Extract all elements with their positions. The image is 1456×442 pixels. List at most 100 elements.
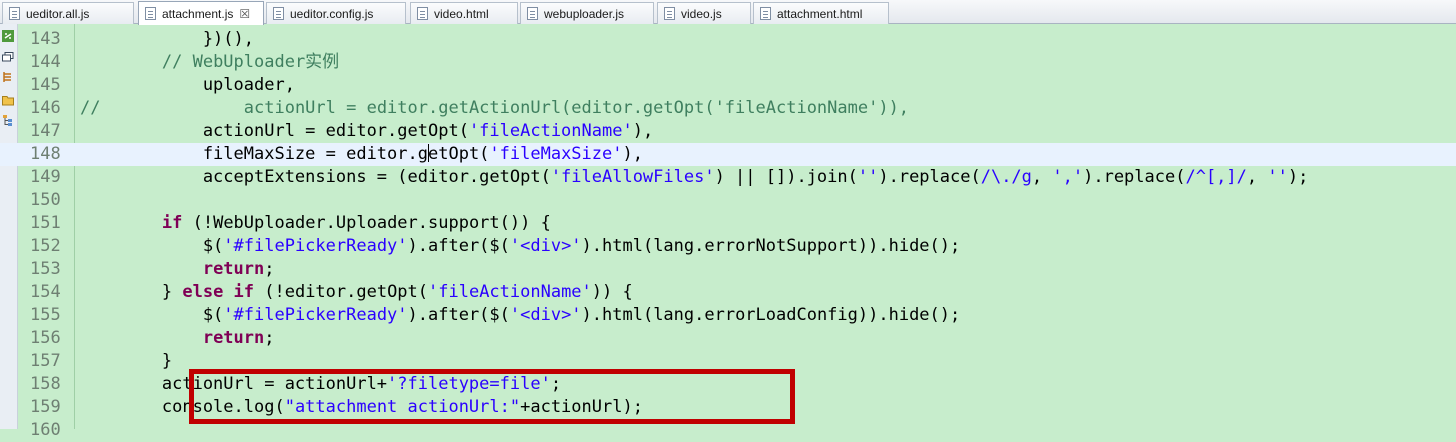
tab-label: video.html: [434, 6, 489, 21]
string-token: /\./g: [980, 167, 1032, 187]
tab-video-html[interactable]: video.html: [410, 2, 518, 24]
code-text: // actionUrl = editor.getActionUrl(edito…: [80, 97, 909, 120]
line-number: 157: [30, 351, 61, 371]
line-number: 150: [30, 190, 61, 210]
code-token: actionUrl = editor.getOpt(: [80, 121, 469, 141]
tab-label: video.js: [681, 6, 722, 21]
comment-token: actionUrl = editor.getActionUrl(editor.g…: [100, 98, 910, 118]
code-line[interactable]: 155 $('#filePickerReady').after($('<div>…: [0, 304, 1456, 327]
keyword-token: return: [202, 328, 265, 348]
code-line[interactable]: 153 return;: [0, 258, 1456, 281]
line-number: 151: [30, 213, 61, 233]
editor-tab-bar: ueditor.all.js attachment.js ☒ ueditor.c…: [0, 0, 1456, 25]
code-text: // WebUploader实例: [80, 51, 339, 74]
string-token: 'fileAllowFiles': [550, 167, 715, 187]
tab-video-js[interactable]: video.js: [657, 2, 751, 24]
code-token: ),: [622, 144, 643, 164]
tab-webuploader-js[interactable]: webuploader.js: [520, 2, 654, 24]
code-text: $('#filePickerReady').after($('<div>').h…: [80, 304, 960, 327]
string-token: '<div>': [509, 305, 582, 325]
tab-attachment-js[interactable]: attachment.js ☒: [138, 1, 264, 25]
line-number: 158: [30, 374, 61, 394]
js-file-icon: [145, 7, 156, 20]
close-tab-icon[interactable]: ☒: [239, 7, 250, 21]
tab-attachment-html[interactable]: attachment.html: [753, 2, 889, 24]
code-token: (!WebUploader.Uploader.support()) {: [182, 213, 551, 233]
line-number: 156: [30, 328, 61, 348]
code-token: }: [80, 282, 183, 302]
string-token: '#filePickerReady': [223, 236, 408, 256]
html-file-icon: [760, 7, 771, 20]
code-line[interactable]: 154 } else if (!editor.getOpt('fileActio…: [0, 281, 1456, 304]
string-token: /^[,]/: [1185, 167, 1247, 187]
code-token: ),: [632, 121, 654, 141]
code-token: }: [80, 351, 173, 371]
code-line[interactable]: 148 fileMaxSize = editor.getOpt('fileMax…: [0, 143, 1456, 166]
line-number: 155: [30, 305, 61, 325]
keyword-token: if: [161, 213, 183, 233]
html-file-icon: [417, 7, 428, 20]
code-line[interactable]: 149 acceptExtensions = (editor.getOpt('f…: [0, 166, 1456, 189]
tab-label: ueditor.all.js: [26, 6, 90, 21]
code-line[interactable]: 145 uploader,: [0, 74, 1456, 97]
code-token: $(: [80, 305, 224, 325]
line-number: 147: [30, 121, 61, 141]
code-token: ) || []).join(: [714, 167, 858, 187]
line-number: 146: [30, 98, 61, 118]
code-token: ).replace(: [1083, 167, 1186, 187]
code-text: })(),: [80, 28, 254, 51]
code-token: ;: [264, 328, 275, 348]
code-token: acceptExtensions = (editor.getOpt(: [80, 167, 551, 187]
string-token: '<div>': [509, 236, 582, 256]
code-text: actionUrl = editor.getOpt('fileActionNam…: [80, 120, 653, 143]
code-token: ;: [264, 259, 275, 279]
string-token: 'fileActionName': [468, 121, 633, 141]
code-token: ).after($(: [407, 236, 510, 256]
code-line[interactable]: 156 return;: [0, 327, 1456, 350]
tab-label: ueditor.config.js: [290, 6, 374, 21]
code-line[interactable]: 143 })(),: [0, 28, 1456, 51]
code-line[interactable]: 150: [0, 189, 1456, 212]
line-number: 153: [30, 259, 61, 279]
tab-ueditor-config-js[interactable]: ueditor.config.js: [266, 2, 406, 24]
code-text: }: [80, 350, 172, 373]
code-token: uploader,: [80, 75, 295, 95]
code-text: return;: [80, 258, 275, 281]
tab-ueditor-all-js[interactable]: ueditor.all.js: [2, 2, 134, 24]
js-file-icon: [664, 7, 675, 20]
string-token: '': [857, 167, 879, 187]
code-text: fileMaxSize = editor.getOpt('fileMaxSize…: [80, 143, 643, 166]
line-number: 145: [30, 75, 61, 95]
tab-label: attachment.html: [777, 6, 863, 21]
keyword-token: else if: [182, 282, 255, 302]
keyword-token: return: [202, 259, 265, 279]
code-line[interactable]: 146 // actionUrl = editor.getActionUrl(ed…: [0, 97, 1456, 120]
line-number: 160: [30, 420, 61, 440]
line-number: 143: [30, 29, 61, 49]
string-token: 'fileMaxSize': [489, 144, 623, 164]
code-line[interactable]: 144 // WebUploader实例: [0, 51, 1456, 74]
code-token: ).html(lang.errorLoadConfig)).hide();: [581, 305, 961, 325]
line-number: 159: [30, 397, 61, 417]
code-line[interactable]: 152 $('#filePickerReady').after($('<div>…: [0, 235, 1456, 258]
line-number: 149: [30, 167, 61, 187]
code-line[interactable]: 147 actionUrl = editor.getOpt('fileActio…: [0, 120, 1456, 143]
js-file-icon: [273, 7, 284, 20]
comment-token: //: [80, 98, 101, 118]
code-line[interactable]: 151 if (!WebUploader.Uploader.support())…: [0, 212, 1456, 235]
code-token: ,: [1031, 167, 1053, 187]
line-number: 152: [30, 236, 61, 256]
string-token: '#filePickerReady': [223, 305, 408, 325]
code-token: $(: [80, 236, 224, 256]
line-number: 154: [30, 282, 61, 302]
string-token: 'fileActionName': [428, 282, 592, 302]
comment-token: // WebUploader实例: [161, 52, 340, 72]
line-number: 148: [30, 144, 61, 164]
code-text: $('#filePickerReady').after($('<div>').h…: [80, 235, 960, 258]
code-token: (!editor.getOpt(: [254, 282, 429, 302]
code-token: etOpt(: [428, 144, 490, 164]
